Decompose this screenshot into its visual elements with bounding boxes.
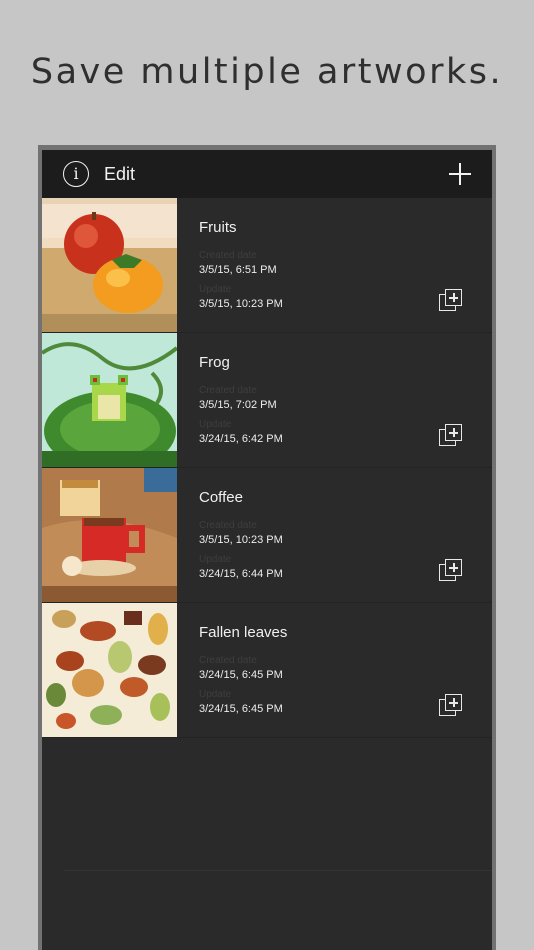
artwork-row[interactable]: Frog Created date 3/5/15, 7:02 PM Update…	[42, 333, 492, 468]
created-date-value: 3/5/15, 7:02 PM	[199, 399, 277, 411]
duplicate-icon[interactable]	[439, 289, 463, 313]
created-date-value: 3/5/15, 10:23 PM	[199, 534, 283, 546]
navigation-bar: i Edit	[42, 150, 492, 198]
created-date-label: Created date	[199, 520, 257, 531]
update-label: Update	[199, 284, 232, 295]
artwork-title: Fallen leaves	[199, 624, 288, 641]
headline: Save multiple artworks.	[30, 52, 504, 92]
edit-button[interactable]: Edit	[104, 164, 135, 185]
duplicate-icon[interactable]	[439, 694, 463, 718]
app-screen: i Edit Fruits Created date 3/5/15, 6:51 …	[42, 150, 492, 950]
update-value: 3/24/15, 6:44 PM	[199, 568, 283, 580]
update-value: 3/24/15, 6:42 PM	[199, 433, 283, 445]
artwork-thumbnail-coffee[interactable]	[42, 468, 177, 602]
update-value: 3/24/15, 6:45 PM	[199, 703, 283, 715]
update-label: Update	[199, 419, 232, 430]
divider	[64, 870, 492, 871]
info-icon[interactable]: i	[63, 161, 89, 187]
update-value: 3/5/15, 10:23 PM	[199, 298, 283, 310]
duplicate-icon[interactable]	[439, 559, 463, 583]
artwork-thumbnail-fruits[interactable]	[42, 198, 177, 332]
artwork-thumbnail-fallen-leaves[interactable]	[42, 603, 177, 737]
artwork-row[interactable]: Coffee Created date 3/5/15, 10:23 PM Upd…	[42, 468, 492, 603]
created-date-label: Created date	[199, 250, 257, 261]
artwork-title: Coffee	[199, 489, 243, 506]
created-date-label: Created date	[199, 655, 257, 666]
update-label: Update	[199, 689, 232, 700]
artwork-row[interactable]: Fruits Created date 3/5/15, 6:51 PM Upda…	[42, 198, 492, 333]
duplicate-icon[interactable]	[439, 424, 463, 448]
artwork-title: Frog	[199, 354, 230, 371]
artwork-thumbnail-frog[interactable]	[42, 333, 177, 467]
created-date-value: 3/5/15, 6:51 PM	[199, 264, 277, 276]
artwork-row[interactable]: Fallen leaves Created date 3/24/15, 6:45…	[42, 603, 492, 738]
artwork-title: Fruits	[199, 219, 237, 236]
created-date-label: Created date	[199, 385, 257, 396]
add-icon[interactable]	[447, 161, 473, 187]
created-date-value: 3/24/15, 6:45 PM	[199, 669, 283, 681]
update-label: Update	[199, 554, 232, 565]
